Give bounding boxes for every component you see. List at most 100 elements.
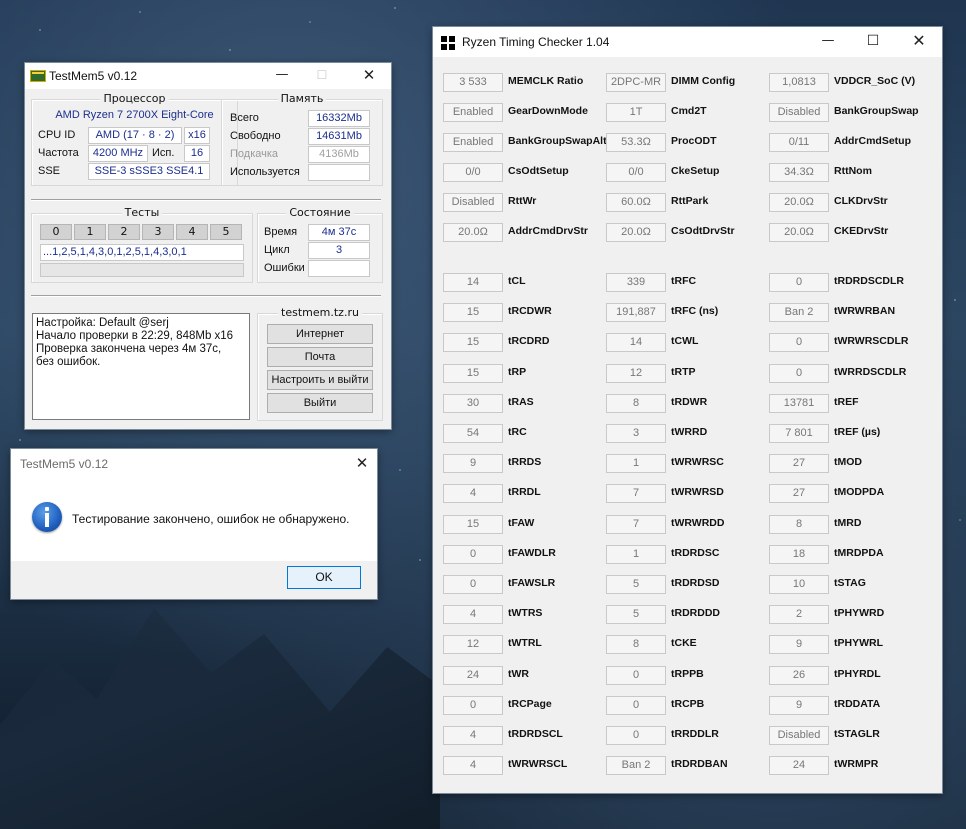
rtc-value-field[interactable]: 20.0Ω [769,193,829,212]
rtc-value-field[interactable]: 7 801 [769,424,829,443]
rtc-value-field[interactable]: 54 [443,424,503,443]
rtc-cell-twrmpr: 24 tWRMPR [769,756,929,776]
rtc-value-field[interactable]: 9 [769,635,829,655]
rtc-value-field[interactable]: 0/0 [443,163,503,182]
rtc-label: tWRWRSD [671,486,724,499]
rtc-value-field[interactable]: 0 [443,575,503,594]
rtc-value-field[interactable]: 53.3Ω [606,133,666,152]
rtc-value-field[interactable]: 1 [606,454,666,474]
rtc-value-field[interactable]: 8 [769,514,829,534]
close-icon[interactable]: ✕ [355,63,383,89]
rtc-value-field[interactable]: 20.0Ω [769,223,829,242]
rtc-value-field[interactable]: 26 [769,665,829,685]
rtc-value-field[interactable]: Disabled [769,103,829,122]
site-link[interactable]: testmem.tz.ru [278,306,362,319]
rtc-value-field[interactable]: 0 [606,726,666,745]
rtc-value-field[interactable]: 3 533 [443,73,503,92]
rtc-value-field[interactable]: 0 [606,665,666,685]
configure-exit-button[interactable]: Настроить и выйти [267,370,373,390]
rtc-value-field[interactable]: 15 [443,363,503,383]
state-time-field: 4м 37с [308,224,370,241]
maximize-icon[interactable]: ☐ [308,63,336,89]
rtc-value-field[interactable]: 13781 [769,393,829,413]
rtc-value-field[interactable]: 5 [606,605,666,625]
rtc-value-field[interactable]: 15 [443,303,503,323]
rtc-value-field[interactable]: 0/0 [606,163,666,182]
rtc-value-field[interactable]: 339 [606,273,666,292]
minimize-icon[interactable]: — [268,63,296,89]
rtc-value-field[interactable]: 18 [769,544,829,564]
rtc-value-field[interactable]: 14 [606,333,666,353]
rtc-value-field[interactable]: 34.3Ω [769,163,829,182]
rtc-value-field[interactable]: 9 [769,695,829,715]
rtc-value-field[interactable]: 2DPC-MR [606,73,666,92]
log-textarea[interactable]: Настройка: Default @serj Начало проверки… [32,313,250,420]
rtc-value-field[interactable]: 7 [606,484,666,504]
rtc-value-field[interactable]: 0 [443,695,503,715]
test-number-4: 4 [176,224,208,240]
rtc-value-field[interactable]: 24 [443,665,503,685]
rtc-value-field[interactable]: 27 [769,484,829,504]
rtc-cell-tfaw: 15 tFAW [443,514,603,534]
rtc-value-field[interactable]: Enabled [443,133,503,152]
rtc-label: tMRD [834,516,862,529]
rtc-value-field[interactable]: 1T [606,103,666,122]
rtc-value-field[interactable]: 30 [443,393,503,413]
rtc-cell-tref: 13781 tREF [769,393,929,413]
dialog-titlebar[interactable]: TestMem5 v0.12 ✕ [11,449,377,477]
rtc-value-field[interactable]: 7 [606,514,666,534]
rtc-value-field[interactable]: 10 [769,575,829,594]
rtc-value-field[interactable]: 0/11 [769,133,829,152]
rtc-value-field[interactable]: Ban 2 [606,756,666,776]
rtc-value-field[interactable]: 12 [443,635,503,655]
rtc-value-field[interactable]: Enabled [443,103,503,122]
rtc-value-field[interactable]: 24 [769,756,829,776]
rtc-value-field[interactable]: 4 [443,726,503,745]
rtc-value-field[interactable]: 0 [769,363,829,383]
rtc-value-field[interactable]: Disabled [443,193,503,212]
mem-used-field [308,164,370,181]
rtc-label: tRCPage [508,697,552,710]
test-sequence-field: ...1,2,5,1,4,3,0,1,2,5,1,4,3,0,1 [40,244,244,261]
rtc-value-field[interactable]: 1,0813 [769,73,829,92]
rtc-value-field[interactable]: 4 [443,605,503,625]
rtc-value-field[interactable]: 60.0Ω [606,193,666,212]
rtc-value-field[interactable]: 2 [769,605,829,625]
mem-used-label: Используется [230,166,300,178]
ok-button[interactable]: OK [287,566,361,589]
internet-button[interactable]: Интернет [267,324,373,344]
rtc-value-field[interactable]: 27 [769,454,829,474]
rtc-value-field[interactable]: 4 [443,484,503,504]
rtc-value-field[interactable]: 5 [606,575,666,594]
rtc-label: tWTRL [508,637,542,650]
rtc-value-field[interactable]: 20.0Ω [606,223,666,242]
mail-button[interactable]: Почта [267,347,373,367]
rtc-value-field[interactable]: 1 [606,544,666,564]
rtc-cell-tphywrl: 9 tPHYWRL [769,635,929,655]
rtc-value-field[interactable]: 0 [769,273,829,292]
rtc-value-field[interactable]: 191,887 [606,303,666,323]
rtc-value-field[interactable]: 0 [769,333,829,353]
rtc-value-field[interactable]: 9 [443,454,503,474]
exit-button[interactable]: Выйти [267,393,373,413]
rtc-value-field[interactable]: 0 [606,695,666,715]
rtc-value-field[interactable]: 8 [606,635,666,655]
rtc-label: MEMCLK Ratio [508,75,584,87]
rtc-value-field[interactable]: Disabled [769,726,829,745]
rtc-label: CkeSetup [671,165,720,177]
rtc-value-field[interactable]: 14 [443,273,503,292]
dialog-close-icon[interactable]: ✕ [349,449,375,477]
rtc-value-field[interactable]: 3 [606,424,666,443]
testmem-titlebar[interactable]: TestMem5 v0.12 — ☐ ✕ [25,63,391,89]
rtc-value-field[interactable]: 15 [443,333,503,353]
rtc-value-field[interactable]: 0 [443,544,503,564]
rtc-value-field[interactable]: 20.0Ω [443,223,503,242]
rtc-label: tRFC [671,275,697,287]
rtc-value-field[interactable]: 12 [606,363,666,383]
rtc-value-field[interactable]: 15 [443,514,503,534]
state-cycle-field: 3 [308,242,370,259]
rtc-value-field[interactable]: Ban 2 [769,303,829,323]
rtc-value-field[interactable]: 4 [443,756,503,776]
rtc-value-field[interactable]: 8 [606,393,666,413]
rtc-label: tWRRDSCDLR [834,365,907,378]
